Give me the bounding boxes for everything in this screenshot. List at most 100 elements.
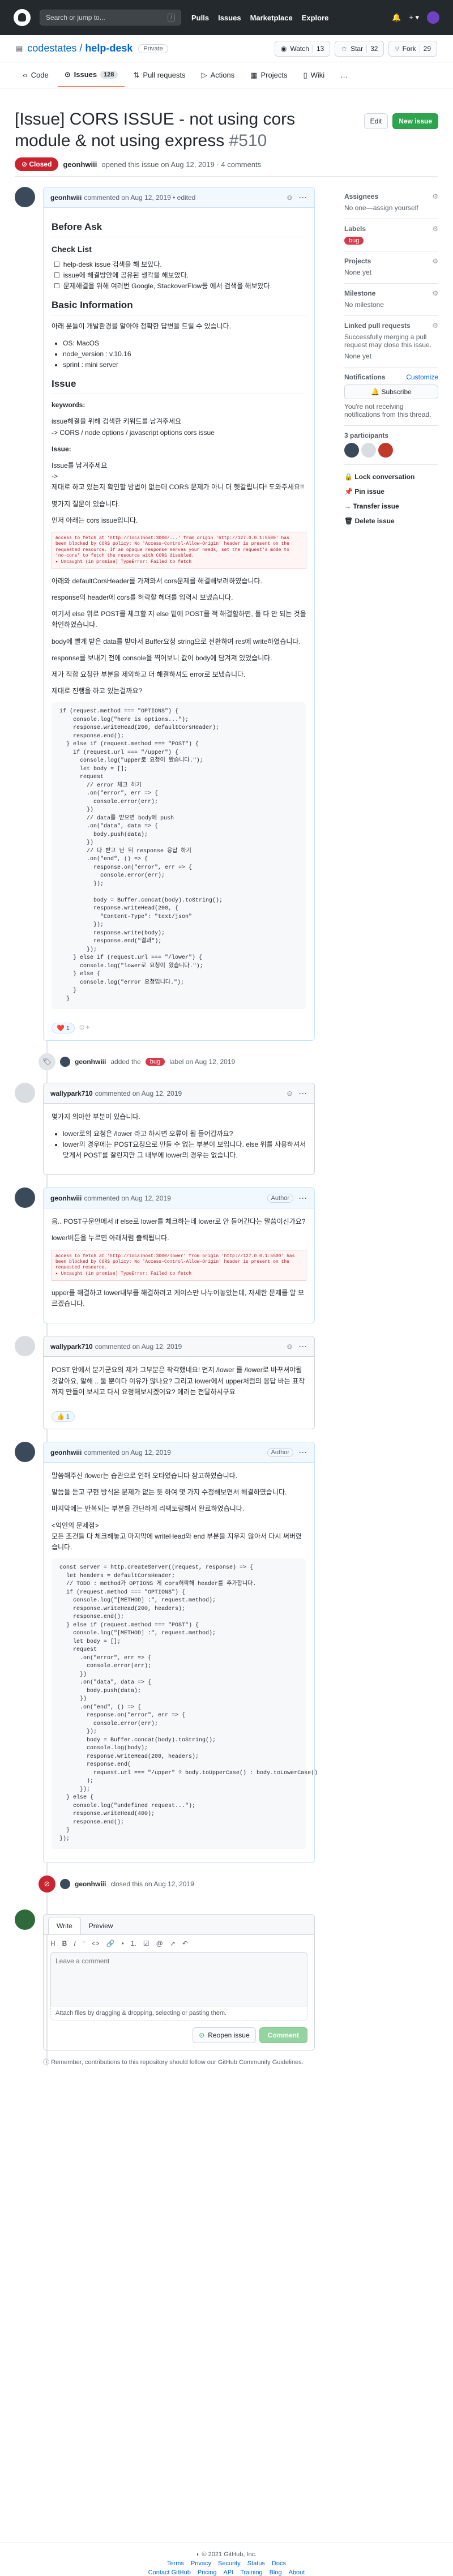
gear-icon[interactable]: ⚙ [432,193,438,200]
bold-icon[interactable]: B [62,1940,67,1947]
tab-issues[interactable]: ⊙ Issues 128 [57,63,125,87]
lock-conversation-button[interactable]: 🔒 Lock conversation [344,469,438,484]
comment-textarea[interactable] [50,1952,307,2007]
tab-more[interactable]: … [334,64,354,86]
comment-author[interactable]: geonhwiii [50,1449,82,1456]
avatar[interactable] [15,1083,35,1104]
code-icon[interactable]: <> [92,1940,100,1947]
reaction-thumbs-up[interactable]: 👍 1 [52,1411,75,1422]
gear-icon[interactable]: ⚙ [432,257,438,265]
attach-files[interactable]: Attach files by dragging & dropping, sel… [50,2006,307,2021]
milestone-title[interactable]: Milestone [344,289,375,297]
quote-icon[interactable]: “ [83,1940,85,1947]
footer-link-security[interactable]: Security [218,2560,241,2567]
avatar[interactable] [15,1336,35,1357]
avatar[interactable] [361,443,376,458]
smiley-icon[interactable]: ☺ [286,1342,293,1351]
reply-icon[interactable]: ↶ [182,1940,188,1947]
avatar[interactable] [15,1909,35,1930]
footer-link-status[interactable]: Status [247,2560,265,2567]
pin-issue-button[interactable]: 📌 Pin issue [344,484,438,499]
smiley-icon[interactable]: ☺ [286,193,293,202]
reaction-heart[interactable]: ❤️ 1 [52,1023,75,1034]
avatar[interactable] [60,1879,70,1890]
checklist-item[interactable]: help-desk issue 검색을 해 보았다. [54,259,306,270]
task-list-icon[interactable]: ☑ [143,1940,149,1947]
event-actor[interactable]: geonhwiii [75,1058,106,1066]
repo-owner-link[interactable]: codestates [27,42,76,54]
new-issue-button[interactable]: New issue [392,113,438,129]
linked-prs-title[interactable]: Linked pull requests [344,322,411,330]
issue-author[interactable]: geonhwiii [63,160,97,169]
avatar[interactable] [15,1187,35,1208]
create-new-menu[interactable]: + ▾ [409,13,419,22]
subscribe-button[interactable]: 🔔 Subscribe [344,385,438,399]
comment-author[interactable]: wallypark710 [50,1090,93,1097]
fork-button[interactable]: ⑂ Fork 29 [388,40,437,57]
tab-projects[interactable]: ▦ Projects [243,64,294,87]
github-mark-icon[interactable]: ◐ [196,2551,202,2558]
gear-icon[interactable]: ⚙ [432,289,438,297]
kebab-icon[interactable]: ··· [299,1343,307,1351]
add-reaction-icon[interactable]: ☺+ [78,1023,90,1033]
tab-actions[interactable]: ▷ Actions [195,64,242,87]
link-icon[interactable]: 🔗 [106,1940,115,1947]
footer-link-docs[interactable]: Docs [272,2560,286,2567]
tab-write[interactable]: Write [48,1917,81,1935]
smiley-icon[interactable]: ☺ [286,1089,293,1097]
avatar[interactable] [344,443,359,458]
label-bug[interactable]: bug [145,1058,165,1066]
footer-link-api[interactable]: API [223,2569,233,2576]
kebab-icon[interactable]: ··· [299,1090,307,1097]
watch-button[interactable]: ◉ Watch 13 [274,40,331,57]
reopen-issue-button[interactable]: ⊙ Reopen issue [193,2027,256,2044]
footer-link-about[interactable]: About [289,2569,305,2576]
footer-link-blog[interactable]: Blog [270,2569,282,2576]
footer-link-training[interactable]: Training [240,2569,262,2576]
labels-title[interactable]: Labels [344,225,366,233]
footer-link-privacy[interactable]: Privacy [191,2560,211,2567]
event-actor[interactable]: geonhwiii [75,1880,106,1888]
gear-icon[interactable]: ⚙ [432,225,438,233]
tab-preview[interactable]: Preview [81,1917,121,1934]
avatar[interactable] [60,1057,70,1067]
footer-link-terms[interactable]: Terms [167,2560,184,2567]
nav-pulls[interactable]: Pulls [191,14,209,22]
edit-button[interactable]: Edit [364,113,388,129]
tab-code[interactable]: ‹› Code [16,64,55,86]
repo-name-link[interactable]: help-desk [85,42,133,54]
projects-title[interactable]: Projects [344,257,371,265]
kebab-icon[interactable]: ··· [299,1194,307,1202]
nav-marketplace[interactable]: Marketplace [250,14,293,22]
mention-icon[interactable]: @ [156,1940,163,1947]
tab-pull-requests[interactable]: ⇅ Pull requests [127,64,193,87]
avatar[interactable] [15,1442,35,1463]
star-button[interactable]: ☆ Star 32 [335,40,384,57]
cross-reference-icon[interactable]: ↗ [170,1940,176,1947]
nav-issues[interactable]: Issues [218,14,241,22]
unordered-list-icon[interactable]: • [122,1940,124,1947]
gear-icon[interactable]: ⚙ [432,322,438,330]
search-input[interactable]: Search or jump to... / [40,10,181,25]
delete-issue-button[interactable]: 🗑 Delete issue [344,514,438,528]
comment-author[interactable]: wallypark710 [50,1343,93,1351]
bell-icon[interactable]: 🔔 [392,13,401,22]
checklist-item[interactable]: issue에 해결방안에 공유된 생각을 해보았다. [54,270,306,281]
github-logo-icon[interactable] [14,9,31,26]
heading-icon[interactable]: H [50,1940,55,1947]
transfer-issue-button[interactable]: → Transfer issue [344,499,438,514]
footer-link-contact[interactable]: Contact GitHub [148,2569,191,2576]
assignees-title[interactable]: Assignees [344,193,378,200]
italic-icon[interactable]: I [74,1940,75,1947]
tab-wiki[interactable]: ▯ Wiki [296,64,331,87]
ordered-list-icon[interactable]: 1. [131,1940,136,1947]
comment-author[interactable]: geonhwiii [50,194,82,202]
assignees-value[interactable]: No one—assign yourself [344,204,438,212]
customize-link[interactable]: Customize [406,373,438,381]
comment-button[interactable]: Comment [259,2027,307,2044]
nav-explore[interactable]: Explore [302,14,329,22]
user-avatar-icon[interactable] [427,11,439,24]
footer-link-pricing[interactable]: Pricing [198,2569,217,2576]
avatar[interactable] [378,443,393,458]
kebab-icon[interactable]: ··· [299,1449,307,1456]
